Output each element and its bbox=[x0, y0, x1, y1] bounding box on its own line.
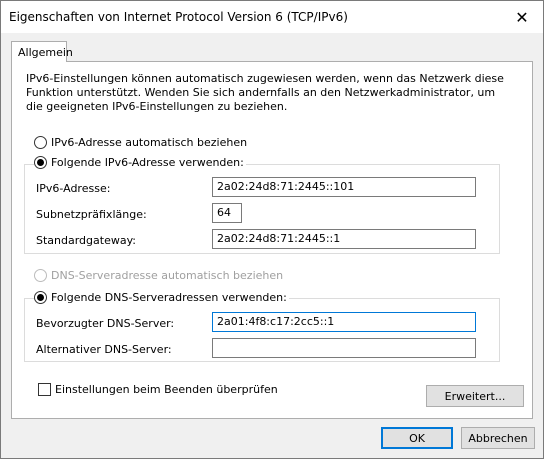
ip-manual-label: Folgende IPv6-Adresse verwenden: bbox=[51, 156, 244, 169]
validate-checkbox-box[interactable] bbox=[38, 383, 51, 396]
dns-auto-label: DNS-Serveradresse automatisch beziehen bbox=[51, 269, 284, 282]
prefix-length-field[interactable]: 64 bbox=[212, 203, 242, 223]
ip-manual-radio[interactable]: Folgende IPv6-Adresse verwenden: bbox=[34, 156, 246, 169]
ipv6-address-field[interactable]: 2a02:24d8:71:2445::101 bbox=[212, 177, 476, 197]
cancel-button[interactable]: Abbrechen bbox=[461, 427, 535, 449]
advanced-button[interactable]: Erweitert... bbox=[426, 385, 524, 407]
validate-label: Einstellungen beim Beenden überprüfen bbox=[55, 383, 278, 396]
tab-general[interactable]: Allgemein bbox=[11, 41, 73, 62]
ipv6-address-label: IPv6-Adresse: bbox=[36, 182, 111, 195]
ok-button[interactable]: OK bbox=[381, 427, 453, 449]
ip-auto-label: IPv6-Adresse automatisch beziehen bbox=[51, 136, 248, 149]
preferred-dns-field[interactable]: 2a01:4f8:c17:2cc5::1 bbox=[212, 312, 476, 332]
close-icon[interactable]: ✕ bbox=[505, 5, 539, 29]
properties-dialog: Eigenschaften von Internet Protocol Vers… bbox=[0, 0, 544, 459]
window-title: Eigenschaften von Internet Protocol Vers… bbox=[9, 10, 348, 24]
dns-manual-label: Folgende DNS-Serveradressen verwenden: bbox=[51, 291, 287, 304]
preferred-dns-label: Bevorzugter DNS-Server: bbox=[36, 317, 175, 330]
alternate-dns-label: Alternativer DNS-Server: bbox=[36, 343, 172, 356]
alternate-dns-field[interactable] bbox=[212, 338, 476, 358]
ip-auto-radio[interactable]: IPv6-Adresse automatisch beziehen bbox=[34, 136, 247, 149]
tab-general-label: Allgemein bbox=[18, 46, 73, 59]
dns-manual-radio-dot[interactable] bbox=[34, 291, 47, 304]
ip-manual-radio-dot[interactable] bbox=[34, 156, 47, 169]
dns-auto-radio[interactable]: DNS-Serveradresse automatisch beziehen bbox=[34, 269, 283, 282]
prefix-length-label: Subnetzpräfixlänge: bbox=[36, 208, 147, 221]
dns-manual-radio[interactable]: Folgende DNS-Serveradressen verwenden: bbox=[34, 291, 289, 304]
title-bar: Eigenschaften von Internet Protocol Vers… bbox=[1, 1, 543, 33]
dns-auto-radio-dot[interactable] bbox=[34, 269, 47, 282]
default-gateway-label: Standardgateway: bbox=[36, 234, 136, 247]
default-gateway-field[interactable]: 2a02:24d8:71:2445::1 bbox=[212, 229, 476, 249]
ip-auto-radio-dot[interactable] bbox=[34, 136, 47, 149]
validate-checkbox[interactable]: Einstellungen beim Beenden überprüfen bbox=[38, 383, 278, 396]
general-panel: IPv6-Einstellungen können automatisch zu… bbox=[11, 61, 533, 419]
description-text: IPv6-Einstellungen können automatisch zu… bbox=[26, 72, 504, 113]
